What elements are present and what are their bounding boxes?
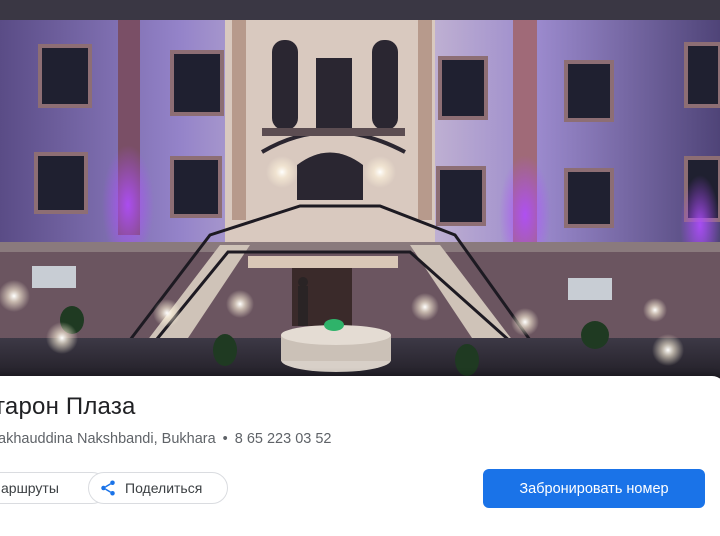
routes-label: аршруты (1, 480, 59, 496)
hotel-facade-image (0, 20, 720, 382)
share-icon (99, 479, 117, 497)
book-room-button[interactable]: Забронировать номер (483, 469, 705, 508)
place-subtitle: akhauddina Nakshbandi, Bukhara • 8 65 223 … (0, 431, 332, 447)
place-phone[interactable]: 8 65 223 03 52 (235, 431, 332, 447)
share-button[interactable]: Поделиться (88, 472, 228, 504)
share-label: Поделиться (125, 480, 203, 496)
hotel-photo[interactable] (0, 20, 720, 382)
separator-dot: • (222, 431, 228, 447)
top-bar (0, 0, 720, 20)
book-room-label: Забронировать номер (519, 480, 669, 497)
place-title: тарон Плаза (0, 393, 136, 420)
place-address[interactable]: akhauddina Nakshbandi, Bukhara (0, 431, 216, 447)
